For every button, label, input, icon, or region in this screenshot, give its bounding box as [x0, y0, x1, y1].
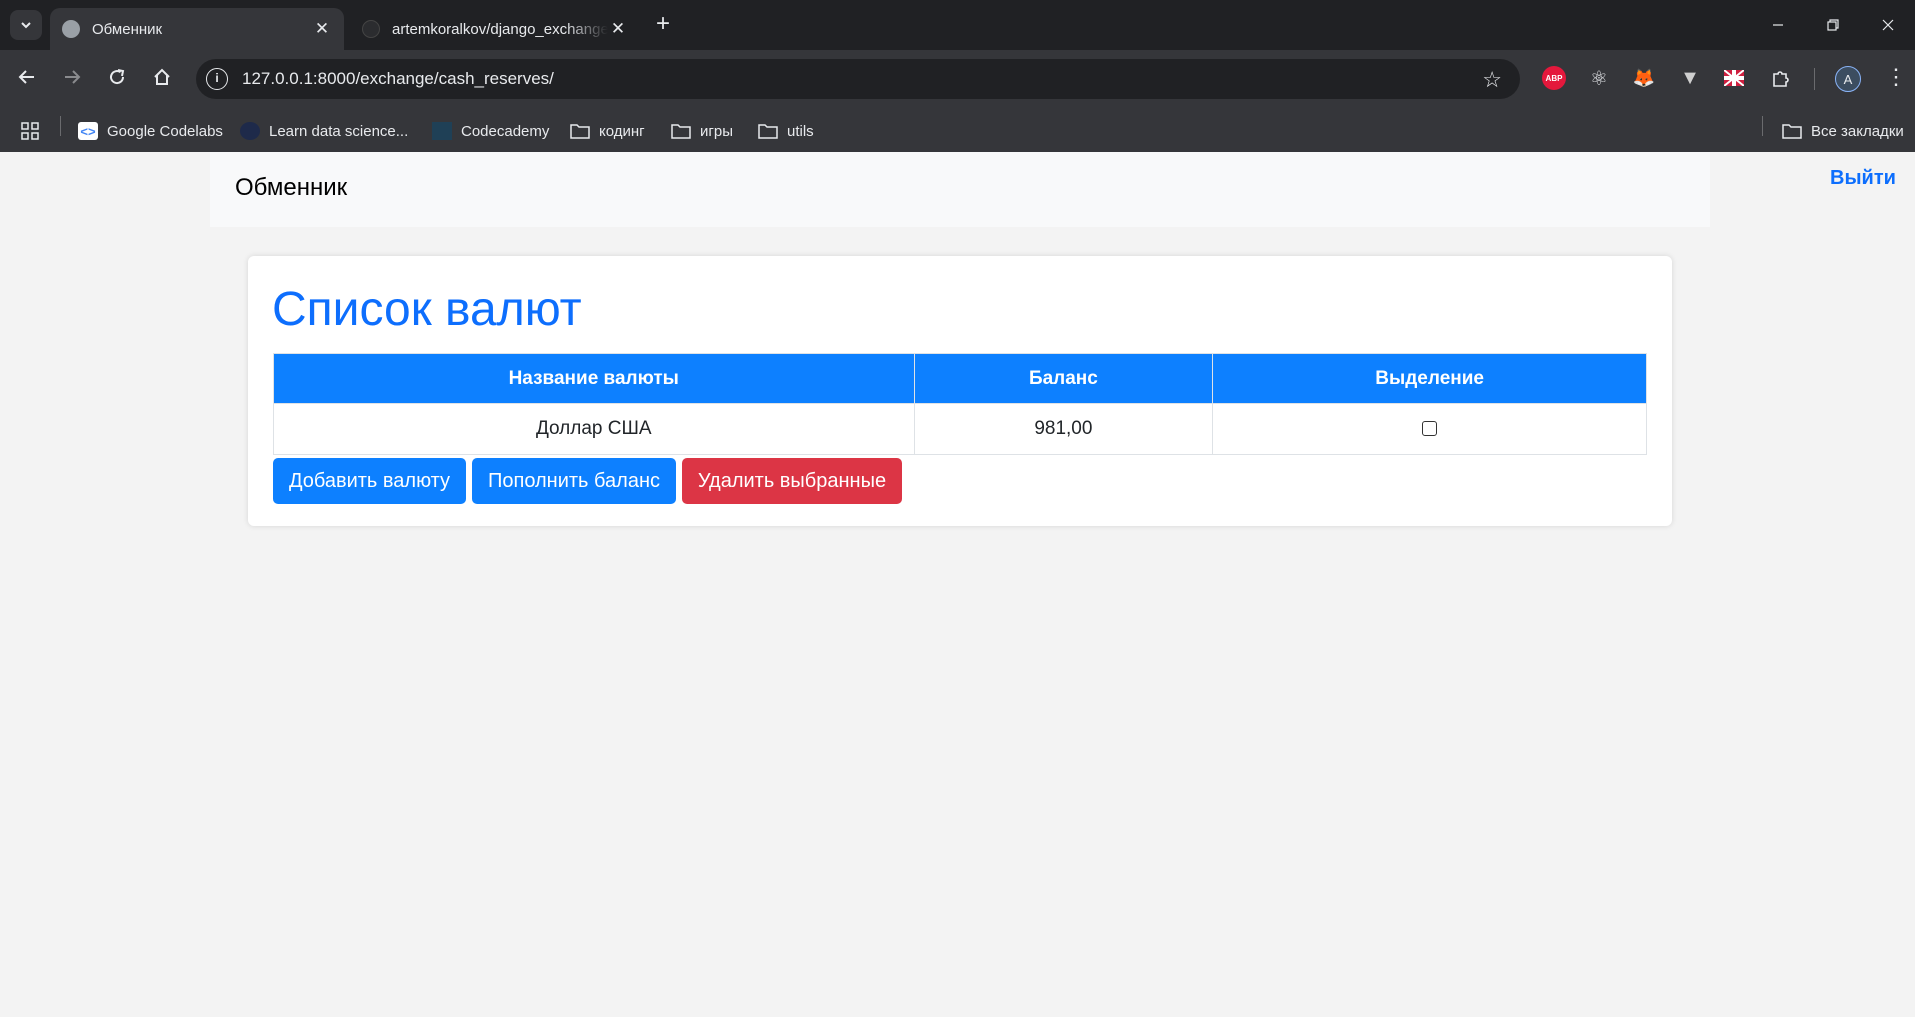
tab-strip: Обменник ✕ artemkoralkov/django_exchange… [0, 0, 1915, 50]
bookmark-label: Codecademy [461, 122, 550, 140]
column-header-balance: Баланс [913, 353, 1214, 404]
home-icon [154, 68, 170, 85]
bookmark-folder-games[interactable]: игры [671, 118, 733, 144]
bookmark-label: Все закладки [1811, 122, 1904, 140]
globe-icon [62, 20, 80, 38]
home-button[interactable] [147, 62, 177, 92]
bookmark-star-icon[interactable]: ☆ [1482, 67, 1502, 93]
select-cell [1212, 403, 1647, 455]
table-header-row: Название валюты Баланс Выделение [273, 353, 1647, 404]
restore-button[interactable] [1813, 10, 1853, 40]
currency-name-cell: Доллар США [273, 403, 915, 455]
page-title: Список валют [272, 283, 582, 336]
logout-link[interactable]: Выйти [1830, 167, 1896, 190]
close-icon[interactable]: ✕ [608, 19, 628, 39]
folder-icon [570, 122, 590, 140]
codecademy-icon [432, 122, 452, 140]
metamask-icon[interactable]: 🦊 [1632, 66, 1656, 90]
minimize-icon [1773, 24, 1783, 26]
bookmark-folder-coding[interactable]: кодинг [570, 118, 645, 144]
bookmark-label: Learn data science... [269, 122, 409, 140]
navbar-brand[interactable]: Обменник [235, 174, 347, 202]
folder-icon [671, 122, 691, 140]
currency-balance-cell: 981,00 [913, 403, 1214, 455]
add-currency-button[interactable]: Добавить валюту [273, 458, 466, 504]
tab-exchange[interactable]: Обменник ✕ [50, 8, 344, 50]
translate-extension-icon[interactable] [1722, 66, 1746, 90]
delete-selected-button[interactable]: Удалить выбранные [682, 458, 902, 504]
new-tab-button[interactable]: + [650, 12, 676, 38]
chevron-down-icon [21, 22, 31, 29]
bookmark-google-codelabs[interactable]: <> Google Codelabs [78, 118, 223, 144]
table-row: Доллар США 981,00 [273, 403, 1647, 455]
menu-dots-icon[interactable]: ⋮ [1885, 64, 1907, 90]
back-button[interactable] [12, 62, 42, 92]
topup-balance-button[interactable]: Пополнить баланс [472, 458, 676, 504]
site-navbar: Обменник [210, 152, 1710, 227]
apps-grid-icon [21, 122, 39, 140]
currency-card: Список валют Название валюты Баланс Выде… [248, 256, 1672, 526]
bookmark-learn-data-science[interactable]: Learn data science... [240, 118, 408, 144]
adblock-extension-icon[interactable]: ABP [1542, 66, 1566, 90]
codelabs-icon: <> [78, 122, 98, 140]
url-text[interactable]: 127.0.0.1:8000/exchange/cash_reserves/ [242, 69, 554, 89]
restore-icon [1827, 19, 1839, 31]
site-info-icon[interactable]: i [206, 68, 228, 90]
action-buttons: Добавить валюту Пополнить баланс Удалить… [273, 458, 902, 504]
profile-avatar[interactable]: A [1835, 66, 1861, 92]
forward-button[interactable] [57, 62, 87, 92]
apps-button[interactable] [20, 118, 40, 144]
github-icon [362, 20, 380, 38]
bookmark-separator [1762, 116, 1763, 136]
column-header-name: Название валюты [273, 353, 915, 404]
bookmark-codecademy[interactable]: Codecademy [432, 118, 549, 144]
bookmark-separator [60, 116, 61, 136]
arrow-right-icon [65, 70, 81, 84]
tab-github[interactable]: artemkoralkov/django_exchange ✕ [350, 8, 640, 50]
reload-icon [110, 69, 125, 85]
row-select-checkbox[interactable] [1422, 421, 1438, 437]
bookmarks-bar: <> Google Codelabs Learn data science...… [0, 110, 1915, 152]
close-window-button[interactable] [1868, 10, 1908, 40]
bookmark-folder-utils[interactable]: utils [758, 118, 814, 144]
folder-icon [758, 122, 778, 140]
vue-devtools-icon[interactable]: ▼ [1678, 66, 1702, 90]
extension-label: ABP [1545, 73, 1563, 83]
minimize-button[interactable] [1758, 10, 1798, 40]
bookmark-label: utils [787, 122, 814, 140]
address-bar[interactable]: i 127.0.0.1:8000/exchange/cash_reserves/… [196, 59, 1520, 99]
currency-table: Название валюты Баланс Выделение Доллар … [273, 353, 1647, 455]
tab-title: artemkoralkov/django_exchange [392, 20, 608, 38]
bookmark-label: игры [700, 122, 733, 140]
column-header-select: Выделение [1212, 353, 1647, 404]
reload-button[interactable] [102, 62, 132, 92]
datacamp-icon [240, 122, 260, 140]
bookmark-label: кодинг [599, 122, 645, 140]
page-viewport: Обменник Выйти Список валют Название вал… [0, 152, 1915, 1017]
close-icon[interactable]: ✕ [312, 19, 332, 39]
tab-title: Обменник [92, 20, 163, 38]
toolbar-divider [1814, 68, 1815, 90]
arrow-left-icon [18, 70, 34, 84]
bookmark-label: Google Codelabs [107, 122, 223, 140]
react-devtools-icon[interactable]: ⚛ [1587, 66, 1611, 90]
folder-icon [1782, 122, 1802, 140]
close-icon [1882, 19, 1894, 31]
tab-search-button[interactable] [10, 10, 42, 40]
extensions-icon[interactable] [1768, 66, 1792, 90]
all-bookmarks-button[interactable]: Все закладки [1782, 118, 1904, 144]
